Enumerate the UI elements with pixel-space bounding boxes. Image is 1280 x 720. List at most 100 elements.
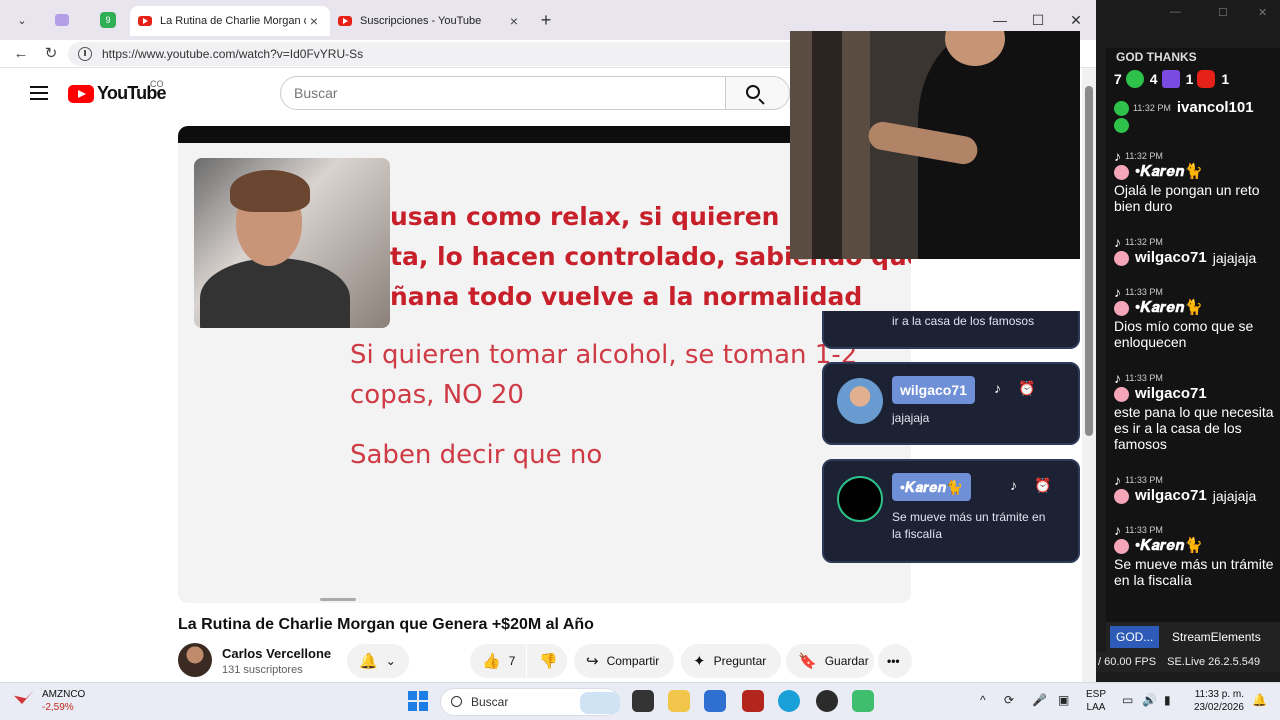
tab-video[interactable]: La Rutina de Charlie Morgan que G ×: [130, 6, 330, 36]
chat-text: Ojalá le pongan un reto bien duro: [1114, 182, 1260, 214]
tray-chevron-icon[interactable]: ^: [980, 693, 986, 707]
badge-icon: [1114, 250, 1129, 266]
weather-icon[interactable]: [580, 692, 620, 714]
kick-icon: [1125, 70, 1144, 88]
language-line-2: LAA: [1086, 702, 1106, 713]
video-progress-hint[interactable]: [320, 598, 356, 601]
mic-icon[interactable]: 🎤: [1032, 693, 1047, 707]
chat-card-avatar: [837, 476, 883, 522]
stock-widget[interactable]: AMZNCO -2,59%: [14, 688, 85, 714]
display-icon[interactable]: ▣: [1058, 693, 1069, 707]
dislike-button[interactable]: 👎: [527, 644, 567, 678]
outer-minimize-button[interactable]: —: [1170, 6, 1181, 18]
network-icon[interactable]: ▭: [1122, 693, 1133, 707]
platform-counts: 7 4 1 1: [1114, 70, 1229, 88]
close-tab-icon[interactable]: ×: [506, 13, 522, 29]
scrollbar-thumb[interactable]: [1085, 86, 1093, 436]
url-input[interactable]: https://www.youtube.com/watch?v=Id0FvYRU…: [68, 42, 858, 66]
search-input[interactable]: Buscar: [280, 76, 726, 110]
outer-close-button[interactable]: ✕: [1258, 6, 1267, 19]
badge-icon: [1114, 538, 1129, 554]
presenter-hair: [230, 170, 310, 212]
twitch-icon: [1161, 70, 1180, 88]
channel-avatar[interactable]: [178, 643, 212, 677]
tiktok-icon: ♪: [1114, 234, 1121, 250]
close-window-button[interactable]: ✕: [1064, 8, 1088, 32]
country-code: CO: [150, 79, 164, 89]
pinned-tab-badge[interactable]: 9: [94, 8, 122, 32]
dock-tab-god[interactable]: GOD...: [1110, 626, 1160, 648]
back-button[interactable]: ←: [10, 43, 32, 65]
youtube-favicon-icon: [338, 16, 352, 26]
hamburger-menu-icon[interactable]: [30, 86, 48, 100]
sync-icon[interactable]: ⟳: [1004, 693, 1014, 707]
more-actions-button[interactable]: •••: [878, 644, 912, 678]
site-info-icon[interactable]: [78, 47, 92, 61]
chat-card: •𝑲𝒂𝒓𝒆𝒏🐈 ♪ ⏰ Se mueve más un trámite en l…: [822, 459, 1080, 563]
store-icon[interactable]: [704, 690, 726, 712]
tiktok-icon: ♪: [1114, 522, 1121, 538]
channel-name[interactable]: Carlos Vercellone: [222, 646, 331, 661]
tiktok-icon: ♪: [1114, 370, 1121, 386]
chat-card-message-line-1: Se mueve más un trámite en: [892, 510, 1046, 524]
start-button[interactable]: [408, 691, 428, 711]
reload-button[interactable]: ↻: [40, 43, 62, 65]
notification-bell-button[interactable]: 🔔 ⌄: [347, 644, 409, 678]
volume-icon[interactable]: 🔊: [1142, 693, 1157, 707]
bookmark-icon: 🔖: [798, 653, 817, 670]
count-twitch: 1: [1185, 71, 1194, 87]
outer-maximize-button[interactable]: ☐: [1218, 6, 1228, 19]
like-button[interactable]: 👍 7: [470, 644, 526, 678]
kick-icon: [1114, 100, 1129, 116]
ask-button[interactable]: ✦ Preguntar: [681, 644, 781, 678]
taskbar-search-label: Buscar: [471, 695, 509, 709]
chat-user: •𝑲𝒂𝒓𝒆𝒏🐈: [1135, 299, 1203, 316]
taskbar: AMZNCO -2,59% Buscar ^ ⟳ 🎤 ▣ ESP LAA ▭ 🔊…: [0, 682, 1280, 720]
tab-list-button[interactable]: ⌄: [8, 8, 36, 32]
stream-chat-panel: GOD THANKS 7 4 1 1 11:32 PM ivancol101 ♪ 1…: [1106, 48, 1280, 622]
dock-tab-streamelements[interactable]: StreamElements ...: [1166, 626, 1280, 666]
clock-date: 23/02/2026: [1193, 702, 1244, 713]
new-tab-button[interactable]: +: [534, 8, 558, 32]
task-view-icon[interactable]: [632, 690, 654, 712]
search-button[interactable]: [726, 76, 790, 110]
stock-name: AMZNCO: [42, 689, 86, 700]
notifications-icon[interactable]: 🔔: [1252, 693, 1267, 707]
system-clock[interactable]: 11:33 p. m. 23/02/2026: [1190, 688, 1244, 714]
slide-line-b: copas, NO 20: [350, 380, 524, 410]
chat-app-icon[interactable]: [852, 690, 874, 712]
file-explorer-icon[interactable]: [668, 690, 690, 712]
chat-card-username: •𝑲𝒂𝒓𝒆𝒏🐈: [892, 473, 972, 501]
battery-icon[interactable]: ▮: [1164, 693, 1171, 707]
chat-text: jajajaja: [1212, 250, 1257, 266]
maximize-button[interactable]: ☐: [1026, 8, 1050, 32]
badge-icon: [1114, 300, 1129, 316]
youtube-logo[interactable]: YouTube CO: [68, 79, 167, 104]
chat-time: 11:32 PM: [1133, 103, 1171, 113]
badge-icon: ⏰: [1034, 477, 1052, 493]
close-tab-icon[interactable]: ×: [306, 13, 322, 29]
youtube-favicon-icon: [138, 16, 152, 26]
app-icon[interactable]: [742, 690, 764, 712]
fps-readout: / 60.00 FPS: [1098, 656, 1157, 668]
save-button[interactable]: 🔖 Guardar: [786, 644, 874, 678]
like-count: 7: [508, 654, 516, 668]
chat-message: ♪ 11:33 PM •𝑲𝒂𝒓𝒆𝒏🐈 Se mueve más un trámit…: [1114, 522, 1278, 588]
count-youtube: 1: [1221, 71, 1230, 87]
obs-icon[interactable]: [816, 690, 838, 712]
desktop: ⌄ 9 La Rutina de Charlie Morgan que G × …: [0, 0, 1280, 720]
edge-icon[interactable]: [778, 690, 800, 712]
page-scrollbar[interactable]: [1082, 68, 1096, 682]
chat-message: ♪ 11:33 PM •𝑲𝒂𝒓𝒆𝒏🐈 Dios mío como que se e…: [1114, 284, 1278, 350]
tab-subscriptions[interactable]: Suscripciones - YouTube ×: [330, 6, 530, 36]
language-indicator[interactable]: ESP LAA: [1086, 688, 1106, 714]
minimize-button[interactable]: —: [988, 8, 1012, 32]
chat-user: •𝑲𝒂𝒓𝒆𝒏🐈: [1135, 163, 1203, 180]
channel-subscribers: 131 suscriptores: [222, 664, 303, 676]
slide-line-c: Saben decir que no: [350, 440, 603, 470]
workspace-icon[interactable]: [48, 8, 76, 32]
chat-message: ♪ 11:33 PM wilgaco71 jajajaja: [1114, 472, 1278, 504]
share-button[interactable]: ↪ Compartir: [574, 644, 674, 678]
chat-card-avatar: [837, 378, 883, 424]
save-label: Guardar: [824, 654, 869, 668]
